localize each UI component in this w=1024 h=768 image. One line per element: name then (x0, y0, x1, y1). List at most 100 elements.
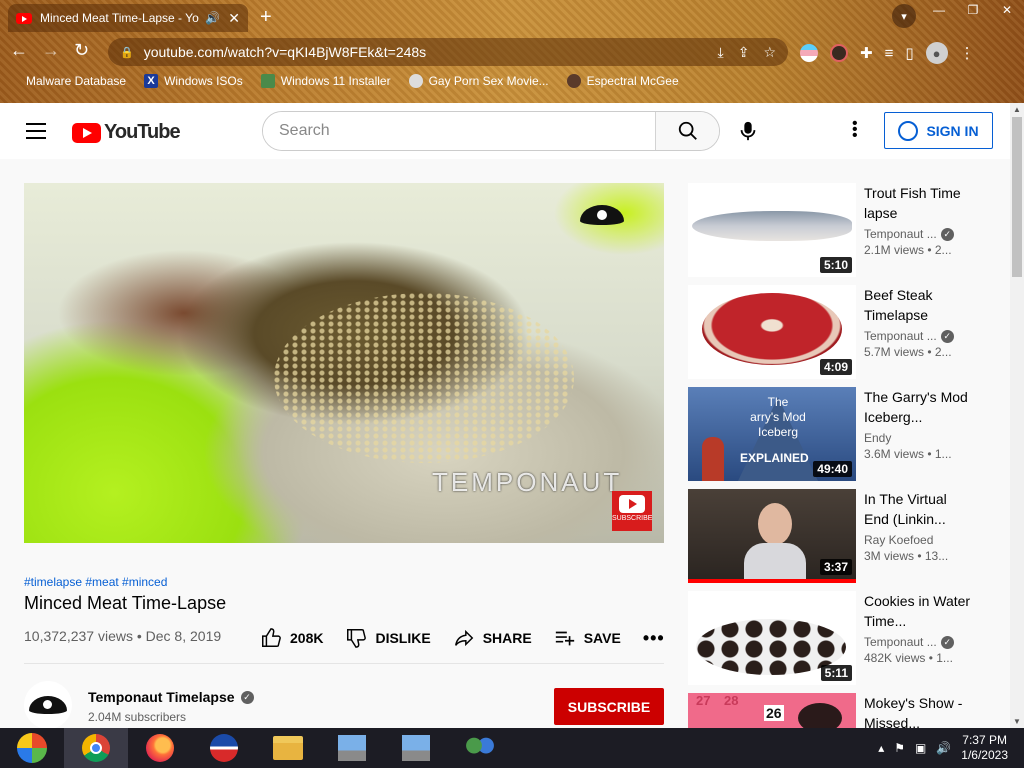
network-app-taskbar-button[interactable] (320, 728, 384, 768)
recommendation-title[interactable]: Trout Fish Time lapse (864, 183, 974, 223)
recommendation-item[interactable]: The arry's Mod Iceberg EXPLAINED 49:40 T… (688, 387, 998, 481)
url-text[interactable]: youtube.com/watch?v=qKI4BjW8FEk&t=248s (144, 44, 718, 60)
recommendation-item[interactable]: 27 28 26 Mokey's Show - Missed... (688, 693, 998, 728)
forward-arrow-icon[interactable]: → (42, 40, 60, 61)
recommendation-channel[interactable]: Temponaut ... ✓ (864, 227, 974, 241)
clock[interactable]: 7:37 PM 1/6/2023 (961, 733, 1008, 763)
thumb-text: 26 (764, 705, 784, 721)
speaker-icon[interactable]: 🔊 (205, 11, 220, 25)
browser-menu-icon[interactable]: ⋮ (960, 44, 975, 62)
recommendation-title[interactable]: Cookies in Water Time... (864, 591, 974, 631)
file-explorer-taskbar-button[interactable] (256, 728, 320, 768)
users-app-taskbar-button[interactable] (448, 728, 512, 768)
trans-flag-extension-icon[interactable] (800, 44, 818, 62)
microphone-icon (740, 121, 756, 141)
recommendation-title[interactable]: Mokey's Show - Missed... (864, 693, 974, 728)
page-scrollbar[interactable]: ▲ ▼ (1010, 103, 1024, 728)
chrome-taskbar-button[interactable] (64, 728, 128, 768)
address-bar[interactable]: 🔒 youtube.com/watch?v=qKI4BjW8FEk&t=248s… (108, 38, 788, 66)
hamburger-menu-icon[interactable] (26, 123, 46, 144)
close-tab-icon[interactable]: ✕ (228, 10, 240, 27)
recommendation-item[interactable]: 3:37 In The Virtual End (Linkin... Ray K… (688, 489, 998, 583)
media-playlist-icon[interactable]: ≡ (885, 45, 894, 62)
video-player[interactable]: TEMPONAUT SUBSCRIBE (24, 183, 664, 543)
video-thumbnail[interactable]: 27 28 26 (688, 693, 856, 728)
side-panel-icon[interactable]: ▯ (905, 44, 913, 62)
subscribe-button[interactable]: SUBSCRIBE (554, 688, 664, 725)
voice-search-button[interactable] (732, 115, 764, 147)
scrollbar-thumb[interactable] (1012, 117, 1022, 277)
recommendation-title[interactable]: The Garry's Mod Iceberg... (864, 387, 974, 427)
recommendation-meta: Beef Steak Timelapse Temponaut ... ✓ 5.7M… (864, 285, 974, 379)
search-button[interactable] (655, 112, 719, 150)
volume-icon[interactable]: 🔊 (936, 741, 951, 755)
recommendation-item[interactable]: 4:09 Beef Steak Timelapse Temponaut ... ✓… (688, 285, 998, 379)
recommendation-item[interactable]: 5:11 Cookies in Water Time... Temponaut … (688, 591, 998, 685)
profile-icon[interactable]: ● (925, 42, 948, 64)
video-thumbnail[interactable]: 4:09 (688, 285, 856, 379)
more-actions-icon[interactable]: ••• (643, 628, 665, 649)
recommendation-views: 5.7M views • 2... (864, 345, 952, 359)
share-button[interactable]: SHARE (453, 627, 532, 649)
bookmark-item[interactable]: Windows 11 Installer (260, 74, 391, 88)
network-status-icon[interactable]: ▣ (915, 741, 926, 755)
sign-in-button[interactable]: SIGN IN (884, 112, 993, 149)
maximize-button[interactable]: ❐ (956, 0, 990, 20)
bookmark-item[interactable]: Gay Porn Sex Movie... (408, 74, 549, 88)
recommendation-channel[interactable]: Ray Koefoed (864, 533, 974, 547)
new-tab-button[interactable]: + (260, 6, 272, 29)
bookmark-item[interactable]: Espectral McGee (566, 74, 679, 88)
app-taskbar-button[interactable] (192, 728, 256, 768)
reload-icon[interactable]: ↻ (74, 40, 89, 61)
recommendation-channel[interactable]: Temponaut ... ✓ (864, 635, 974, 649)
action-center-flag-icon[interactable]: ⚑ (894, 741, 905, 755)
close-window-button[interactable]: ✕ (990, 0, 1024, 20)
lock-icon[interactable]: 🔒 (120, 46, 134, 59)
settings-dots-icon[interactable]: • • • (852, 116, 858, 144)
recommendation-channel[interactable]: Temponaut ... ✓ (864, 329, 974, 343)
network-app-2-taskbar-button[interactable] (384, 728, 448, 768)
avatar-icon (566, 74, 581, 88)
video-thumbnail[interactable]: The arry's Mod Iceberg EXPLAINED 49:40 (688, 387, 856, 481)
recommendation-item[interactable]: 5:10 Trout Fish Time lapse Temponaut ...… (688, 183, 998, 277)
video-thumbnail[interactable]: 5:10 (688, 183, 856, 277)
share-page-icon[interactable]: ⇪ (738, 44, 750, 61)
recommendation-title[interactable]: In The Virtual End (Linkin... (864, 489, 974, 529)
minimize-button[interactable]: — (922, 0, 956, 20)
browser-tab[interactable]: Minced Meat Time-Lapse - Yo 🔊 ✕ (8, 4, 248, 32)
subscribe-watermark-button[interactable]: SUBSCRIBE (612, 491, 652, 531)
character-image (702, 437, 724, 481)
scroll-down-icon[interactable]: ▼ (1013, 717, 1021, 726)
thumb-text: 28 (724, 693, 739, 708)
like-button[interactable]: 208K (260, 627, 323, 649)
bookmark-item[interactable]: X Windows ISOs (144, 74, 243, 88)
thumb-text: arry's Mod (750, 410, 806, 424)
recommendation-channel[interactable]: Endy (864, 431, 974, 445)
install-app-icon[interactable]: ⤓ (718, 44, 724, 61)
save-button[interactable]: SAVE (554, 627, 621, 649)
video-hashtags[interactable]: #timelapse #meat #minced (24, 575, 167, 589)
tab-search-icon[interactable]: ▾ (892, 4, 916, 28)
bookmark-item[interactable]: Malware Database (16, 74, 126, 88)
start-button[interactable] (0, 728, 64, 768)
channel-label: Temponaut ... (864, 635, 937, 649)
firefox-taskbar-button[interactable] (128, 728, 192, 768)
search-icon (678, 121, 697, 140)
channel-avatar[interactable] (24, 681, 72, 728)
back-arrow-icon[interactable]: ← (10, 40, 28, 61)
puzzle-extensions-icon[interactable]: ✚ (860, 44, 873, 62)
recommendation-title[interactable]: Beef Steak Timelapse (864, 285, 974, 325)
bookmark-label: Malware Database (26, 74, 127, 88)
thumb-text: Iceberg (757, 425, 799, 439)
youtube-logo[interactable]: YouTube (72, 121, 181, 144)
search-input[interactable] (263, 112, 655, 150)
scroll-up-icon[interactable]: ▲ (1013, 105, 1021, 114)
video-thumbnail[interactable]: 3:37 (688, 489, 856, 583)
bookmark-label: Gay Porn Sex Movie... (428, 74, 549, 88)
bookmark-star-icon[interactable]: ☆ (763, 44, 776, 61)
dislike-button[interactable]: DISLIKE (345, 627, 431, 649)
video-thumbnail[interactable]: 5:11 (688, 591, 856, 685)
extension-avatar-icon[interactable] (830, 44, 848, 62)
channel-name[interactable]: Temponaut Timelapse ✓ (88, 689, 254, 705)
show-hidden-icons-icon[interactable]: ▴ (878, 741, 884, 755)
